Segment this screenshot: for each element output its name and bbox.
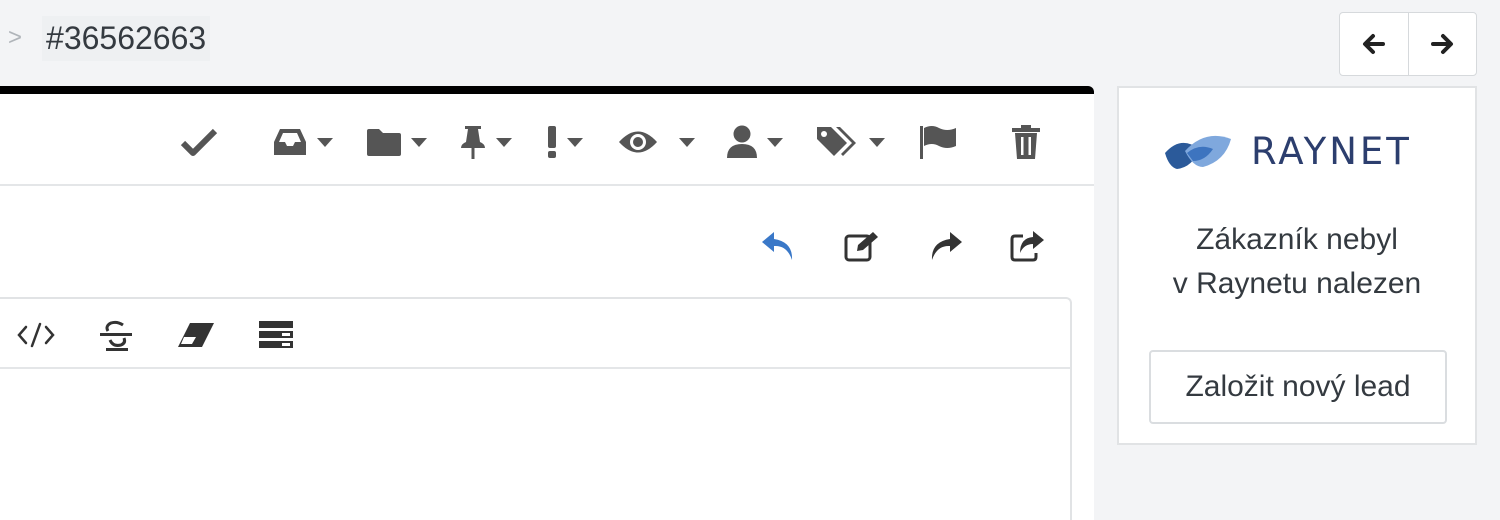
editor-toolbar [0,299,1070,369]
mark-done-button[interactable] [180,122,218,162]
chevron-down-icon [411,137,427,147]
ticket-panel [0,86,1094,520]
priority-icon [548,126,556,158]
raynet-not-found-message: Zákazník nebyl v Raynetu nalezen [1119,218,1475,306]
message-line-2: v Raynetu nalezen [1172,267,1422,300]
folder-icon [367,129,401,156]
table-button[interactable] [254,315,298,355]
chevron-down-icon [767,137,783,147]
clear-formatting-button[interactable] [174,315,218,355]
chevron-down-icon [496,137,512,147]
strikethrough-button[interactable] [94,315,138,355]
flag-icon [920,126,956,159]
forward-icon [931,232,962,260]
trash-icon [1012,125,1040,159]
edit-button[interactable] [840,224,884,268]
next-ticket-button[interactable] [1407,13,1477,75]
arrow-right-icon [1431,34,1454,54]
edit-icon [844,232,878,262]
priority-menu-button[interactable] [545,122,583,162]
table-icon [259,321,293,348]
pin-menu-button[interactable] [458,122,512,162]
raynet-logo: RAYNET [1163,130,1412,173]
eye-icon [619,131,657,153]
chevron-down-icon [567,137,583,147]
assignee-menu-button[interactable] [725,122,783,162]
flag-button[interactable] [918,122,958,162]
strikethrough-icon [100,320,132,351]
breadcrumb: > #36562663 [0,12,211,64]
ticket-toolbar [0,94,1094,186]
raynet-logo-icon [1165,135,1231,169]
inbox-menu-button[interactable] [271,122,333,162]
breadcrumb-separator: > [8,24,23,51]
ticket-id: #36562663 [42,15,211,61]
pin-icon [461,126,485,159]
forward-button[interactable] [924,224,968,268]
previous-ticket-button[interactable] [1340,13,1408,75]
tags-menu-button[interactable] [815,122,885,162]
chevron-down-icon [869,137,885,147]
chevron-down-icon [679,137,695,147]
check-icon [180,128,218,156]
chevron-down-icon [317,137,333,147]
code-icon [17,322,55,348]
user-icon [727,125,757,158]
reply-icon [762,232,793,260]
tags-icon [817,127,856,156]
share-icon [1010,231,1044,262]
visibility-menu-button[interactable] [617,122,695,162]
ticket-navigation [1339,12,1477,76]
message-line-1: Zákazník nebyl [1196,223,1398,256]
inbox-icon [274,129,306,155]
code-view-button[interactable] [14,315,58,355]
share-button[interactable] [1006,224,1050,268]
reply-editor[interactable] [0,297,1072,520]
folder-menu-button[interactable] [365,122,427,162]
reply-button[interactable] [756,224,800,268]
raynet-panel: RAYNET Zákazník nebyl v Raynetu nalezen … [1117,86,1477,445]
eraser-icon [178,323,214,347]
delete-button[interactable] [1010,122,1042,162]
raynet-logo-text: RAYNET [1251,130,1412,173]
create-lead-button[interactable]: Založit nový lead [1149,350,1447,424]
arrow-left-icon [1362,34,1385,54]
